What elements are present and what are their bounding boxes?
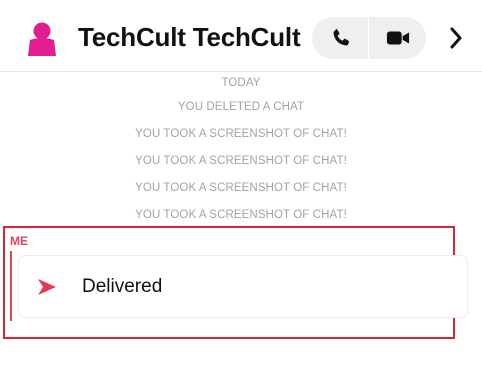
system-message: YOU TOOK A SCREENSHOT OF CHAT! xyxy=(135,182,347,194)
user-silhouette-icon xyxy=(28,22,56,56)
video-call-button[interactable] xyxy=(369,17,426,59)
avatar[interactable] xyxy=(22,18,62,58)
chat-header: TechCult TechCult xyxy=(0,0,482,72)
voice-call-button[interactable] xyxy=(312,17,369,59)
message-status-card[interactable]: Delivered xyxy=(18,255,468,318)
system-message: YOU TOOK A SCREENSHOT OF CHAT! xyxy=(135,128,347,140)
sent-arrow-icon xyxy=(38,279,56,295)
system-message: YOU DELETED A CHAT xyxy=(177,101,305,113)
more-button[interactable] xyxy=(440,20,472,56)
sender-label: ME xyxy=(10,234,28,248)
delivery-status: Delivered xyxy=(82,276,163,297)
chat-title[interactable]: TechCult TechCult xyxy=(78,22,301,53)
sender-accent-bar xyxy=(10,251,12,321)
system-message: YOU TOOK A SCREENSHOT OF CHAT! xyxy=(135,209,347,221)
system-message: YOU TOOK A SCREENSHOT OF CHAT! xyxy=(135,155,347,167)
date-separator: TODAY xyxy=(221,77,261,89)
call-button-group xyxy=(312,17,426,59)
phone-icon xyxy=(333,29,349,46)
video-camera-icon xyxy=(386,31,409,45)
chat-screen: TechCult TechCult TODAY YOU DELETED A CH… xyxy=(0,0,482,368)
chevron-right-icon xyxy=(450,27,462,49)
